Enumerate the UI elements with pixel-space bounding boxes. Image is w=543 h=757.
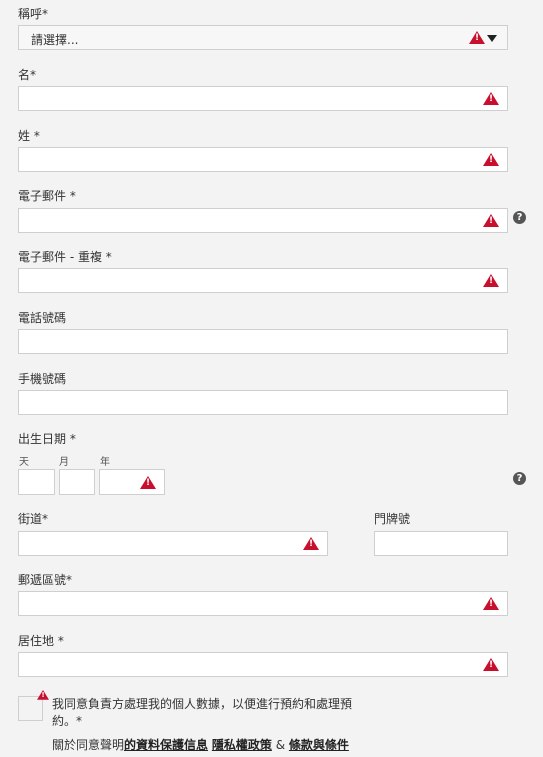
dob-year-input[interactable] xyxy=(99,469,165,495)
warning-icon xyxy=(37,690,49,700)
warning-icon xyxy=(303,537,319,550)
email-input[interactable] xyxy=(18,208,508,233)
house-number-input[interactable] xyxy=(374,531,508,556)
phone-input[interactable] xyxy=(18,329,508,354)
salutation-label: 稱呼* xyxy=(18,7,49,21)
last-name-label: 姓 * xyxy=(18,129,40,143)
ampersand: & xyxy=(275,738,286,752)
warning-icon xyxy=(483,153,499,166)
terms-link[interactable]: 條款與條件 xyxy=(289,738,349,752)
city-input[interactable] xyxy=(18,652,508,677)
street-input[interactable] xyxy=(18,531,328,556)
postal-code-input[interactable] xyxy=(18,591,508,616)
last-name-input[interactable] xyxy=(18,147,508,172)
dob-label: 出生日期 * xyxy=(18,432,76,446)
email-label: 電子郵件 * xyxy=(18,189,76,203)
dob-day-input[interactable] xyxy=(18,469,55,495)
street-label: 街道* xyxy=(18,512,49,526)
warning-icon xyxy=(483,274,499,287)
dob-day-label: 天 xyxy=(19,457,29,468)
warning-icon xyxy=(483,597,499,610)
city-label: 居住地 * xyxy=(18,634,64,648)
warning-icon xyxy=(483,658,499,671)
phone-label: 電話號碼 xyxy=(18,311,67,325)
consent-links: 關於同意聲明的資料保護信息 隱私權政策 & 條款與條件 xyxy=(52,736,349,753)
chevron-down-icon xyxy=(487,35,497,42)
dob-month-input[interactable] xyxy=(59,469,95,495)
first-name-input[interactable] xyxy=(18,86,508,111)
email-repeat-input[interactable] xyxy=(18,268,508,293)
warning-icon xyxy=(483,214,499,227)
consent-text: 我同意負責方處理我的個人數據，以便進行預約和處理預約。* xyxy=(52,697,353,728)
postal-code-label: 郵遞區號* xyxy=(18,573,73,587)
dob-year-label: 年 xyxy=(100,457,110,468)
mobile-label: 手機號碼 xyxy=(18,372,67,386)
warning-icon xyxy=(469,31,485,44)
salutation-selected-value: 請選擇... xyxy=(31,33,79,47)
warning-icon xyxy=(483,92,499,105)
dob-month-label: 月 xyxy=(59,457,69,468)
help-icon[interactable]: ? xyxy=(513,211,526,224)
salutation-select[interactable]: 請選擇... xyxy=(18,25,508,50)
house-number-label: 門牌號 xyxy=(374,512,411,526)
first-name-label: 名* xyxy=(18,68,37,82)
privacy-info-link[interactable]: 的資料保護信息 xyxy=(124,738,208,752)
warning-icon xyxy=(140,476,156,489)
help-icon[interactable]: ? xyxy=(513,472,526,485)
consent-checkbox[interactable] xyxy=(18,696,43,721)
email-repeat-label: 電子郵件 - 重複 * xyxy=(18,250,112,264)
mobile-input[interactable] xyxy=(18,390,508,415)
consent-links-prefix: 關於同意聲明 xyxy=(52,738,125,752)
privacy-policy-link[interactable]: 隱私權政策 xyxy=(212,738,272,752)
